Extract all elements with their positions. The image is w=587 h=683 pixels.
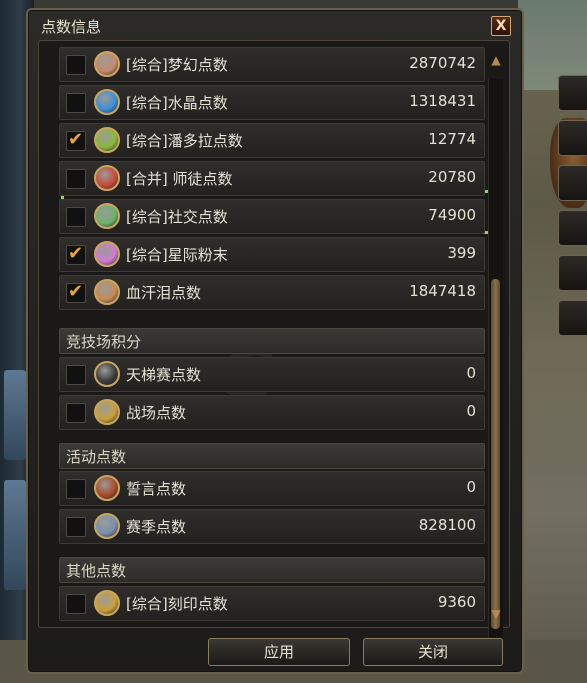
row-checkbox[interactable]: ✔ [66, 281, 86, 303]
oath-icon [94, 475, 120, 501]
row-checkbox[interactable] [66, 365, 86, 385]
points-info-window: 点数信息 X G [综合]梦幻点数2870742[综合]水晶点数1318431✔… [26, 8, 524, 674]
points-label: [综合]星际粉末 [126, 246, 228, 264]
points-label: [综合]水晶点数 [126, 94, 228, 112]
points-row[interactable]: [综合]刻印点数 9360 [59, 586, 485, 621]
side-menu-button[interactable] [558, 120, 587, 156]
points-label: [综合]潘多拉点数 [126, 132, 243, 150]
points-row[interactable]: 誓言点数 0 [59, 471, 485, 506]
checkmark-icon: ✔ [68, 243, 84, 264]
points-row[interactable]: 天梯赛点数 0 [59, 357, 485, 392]
points-label: [综合]社交点数 [126, 208, 228, 226]
apply-button[interactable]: 应用 [208, 638, 350, 666]
points-value: 1847418 [409, 282, 476, 300]
side-menu-button[interactable] [558, 210, 587, 246]
points-label: 天梯赛点数 [126, 366, 202, 384]
points-label: 血汗泪点数 [126, 284, 202, 302]
row-checkbox[interactable] [66, 55, 86, 75]
side-menu-button[interactable] [558, 255, 587, 291]
points-row[interactable]: ✔ [综合]星际粉末 399 [59, 237, 485, 272]
points-value: 1318431 [409, 92, 476, 110]
window-title: 点数信息 [41, 18, 102, 36]
blue-crystal-icon [94, 89, 120, 115]
points-label: 战场点数 [126, 404, 187, 422]
row-checkbox[interactable]: ✔ [66, 129, 86, 151]
points-value: 0 [466, 402, 476, 420]
row-checkbox[interactable] [66, 479, 86, 499]
row-checkbox[interactable] [66, 169, 86, 189]
close-icon[interactable]: X [491, 16, 511, 36]
points-label: [综合]梦幻点数 [126, 56, 228, 74]
points-value: 12774 [428, 130, 476, 148]
side-menu-button[interactable] [558, 75, 587, 111]
row-checkbox[interactable] [66, 93, 86, 113]
points-row[interactable]: 战场点数 0 [59, 395, 485, 430]
row-checkbox[interactable] [66, 517, 86, 537]
points-list-panel: G [综合]梦幻点数2870742[综合]水晶点数1318431✔[综合]潘多拉… [38, 40, 510, 651]
side-menu-button[interactable] [558, 165, 587, 201]
season-icon [94, 513, 120, 539]
row-checkbox[interactable] [66, 594, 86, 614]
points-label: 赛季点数 [126, 518, 187, 536]
scrollbar-thumb[interactable] [491, 279, 500, 629]
points-row[interactable]: [合并] 师徒点数 20780 [59, 161, 485, 196]
scroll-up-icon[interactable]: ▲ [490, 53, 502, 67]
row-checkbox[interactable] [66, 207, 86, 227]
star-powder-icon [94, 241, 120, 267]
social-icon [94, 203, 120, 229]
scroll-down-icon[interactable]: ▼ [490, 607, 502, 621]
points-label: 誓言点数 [126, 480, 187, 498]
row-checkbox[interactable] [66, 403, 86, 423]
sweat-tear-icon [94, 279, 120, 305]
engrave-icon [94, 590, 120, 616]
pandora-icon [94, 127, 120, 153]
side-menu-button[interactable] [558, 300, 587, 336]
points-label: [综合]刻印点数 [126, 595, 228, 613]
dream-crystal-icon [94, 51, 120, 77]
points-row[interactable]: 赛季点数 828100 [59, 509, 485, 544]
battlefield-icon [94, 399, 120, 425]
row-checkbox[interactable]: ✔ [66, 243, 86, 265]
points-value: 9360 [437, 593, 476, 611]
points-value: 0 [466, 364, 476, 382]
points-row[interactable]: ✔ [综合]潘多拉点数 12774 [59, 123, 485, 158]
window-titlebar[interactable]: 点数信息 X [28, 10, 522, 38]
close-button[interactable]: 关闭 [363, 638, 503, 666]
section-header-arena: 竞技场积分 [59, 328, 485, 354]
checkmark-icon: ✔ [68, 129, 84, 150]
points-value: 0 [466, 478, 476, 496]
points-row[interactable]: [综合]社交点数 74900 [59, 199, 485, 234]
section-header-activity: 活动点数 [59, 443, 485, 469]
points-row[interactable]: ✔ 血汗泪点数 1847418 [59, 275, 485, 310]
points-row[interactable]: [综合]水晶点数 1318431 [59, 85, 485, 120]
points-value: 2870742 [409, 54, 476, 72]
points-value: 828100 [418, 516, 476, 534]
points-value: 74900 [428, 206, 476, 224]
points-value: 20780 [428, 168, 476, 186]
checkmark-icon: ✔ [68, 281, 84, 302]
points-row[interactable]: [综合]梦幻点数 2870742 [59, 47, 485, 82]
points-value: 399 [447, 244, 476, 262]
section-header-other: 其他点数 [59, 557, 485, 583]
background-strip [4, 480, 26, 590]
mentor-icon [94, 165, 120, 191]
ladder-icon [94, 361, 120, 387]
background-strip [4, 370, 26, 460]
points-label: [合并] 师徒点数 [126, 170, 233, 188]
